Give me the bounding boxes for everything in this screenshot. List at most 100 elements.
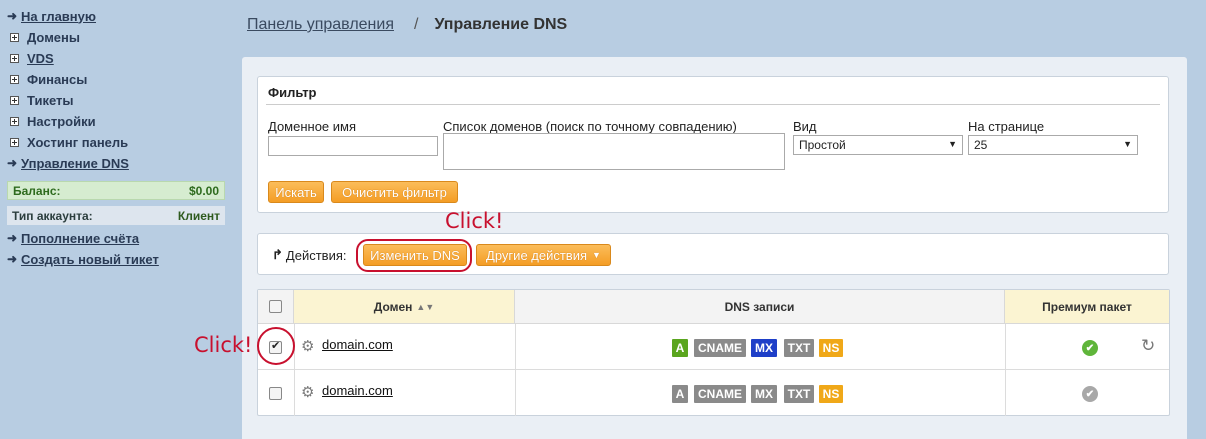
arrow-right-icon: ➜ <box>7 231 18 245</box>
filter-divider <box>266 104 1160 105</box>
view-select[interactable]: Простой ▼ <box>793 135 963 155</box>
plus-box-icon[interactable] <box>10 116 19 126</box>
actions-label: Действия: <box>285 247 347 263</box>
click-annotation: Click! <box>445 209 504 233</box>
domain-header-label: Домен <box>373 299 413 314</box>
click-annotation: Click! <box>194 333 253 357</box>
sidebar-item-label: Тикеты <box>27 92 74 108</box>
account-type-box: Тип аккаунта: Клиент <box>7 206 225 225</box>
domains-table: Домен ▲▼ DNS записи Премиум пакет ⚙ doma… <box>257 289 1170 416</box>
row-checkbox[interactable] <box>269 387 282 400</box>
sidebar-item-label: Финансы <box>27 71 88 87</box>
sidebar-item-vds[interactable]: VDS <box>7 49 54 67</box>
main-panel: Фильтр Доменное имя Список доменов (поис… <box>242 57 1187 439</box>
dns-record-cname[interactable]: CNAME <box>694 385 746 403</box>
domain-name-input[interactable] <box>268 136 438 156</box>
sidebar-item-label: VDS <box>27 50 54 66</box>
dns-record-mx[interactable]: MX <box>751 339 777 357</box>
dns-records-column-header: DNS записи <box>515 290 1005 324</box>
dns-record-txt[interactable]: TXT <box>784 339 814 357</box>
sidebar-item-tickets[interactable]: Тикеты <box>7 91 73 109</box>
domain-link[interactable]: domain.com <box>322 383 393 398</box>
sidebar-item-dns[interactable]: ➜ Управление DNS <box>7 154 129 172</box>
arrow-right-icon: ➜ <box>7 156 18 170</box>
sidebar-item-label: Управление DNS <box>21 155 129 171</box>
cell-divider <box>294 370 295 416</box>
sidebar: ➜ На главную Домены VDS Финансы Тикеты Н… <box>0 0 232 439</box>
domain-link[interactable]: domain.com <box>322 337 393 352</box>
domain-list-textarea[interactable] <box>443 133 785 170</box>
sidebar-link-label: Пополнение счёта <box>21 230 140 246</box>
per-page-label: На странице <box>968 119 1045 134</box>
sidebar-link-label: Создать новый тикет <box>21 251 159 267</box>
filter-box: Фильтр Доменное имя Список доменов (поис… <box>257 76 1169 213</box>
view-select-value: Простой <box>799 138 846 152</box>
sidebar-item-domains[interactable]: Домены <box>7 28 80 46</box>
arrow-right-icon: ➜ <box>7 252 18 266</box>
plus-box-icon[interactable] <box>10 74 19 84</box>
sidebar-link-new-ticket[interactable]: ➜ Создать новый тикет <box>7 250 159 268</box>
per-page-select[interactable]: 25 ▼ <box>968 135 1138 155</box>
dns-record-ns[interactable]: NS <box>819 339 843 357</box>
cell-divider <box>1005 370 1006 416</box>
account-type-label: Тип аккаунта: <box>12 208 93 223</box>
premium-column-header: Премиум пакет <box>1005 290 1169 324</box>
refresh-icon[interactable]: ↻ <box>1141 336 1155 356</box>
premium-active-icon: ✔ <box>1082 340 1098 356</box>
other-actions-button[interactable]: Другие действия ▼ <box>476 244 611 266</box>
breadcrumb: Панель управления / Управление DNS <box>247 16 567 34</box>
sidebar-item-home[interactable]: ➜ На главную <box>7 7 96 25</box>
domain-list-label: Список доменов (поиск по точному совпаде… <box>443 119 737 134</box>
highlight-ring <box>257 327 295 365</box>
sidebar-item-finance[interactable]: Финансы <box>7 70 87 88</box>
select-all-checkbox[interactable] <box>269 300 282 313</box>
dns-record-mx[interactable]: MX <box>751 385 777 403</box>
sidebar-item-label: Настройки <box>27 113 96 129</box>
balance-box: Баланс: $0.00 <box>7 181 225 200</box>
table-row: ⚙ domain.com A CNAME MX TXT NS ✔ ↻ <box>258 324 1169 370</box>
dns-record-a[interactable]: A <box>672 339 688 357</box>
breadcrumb-parent-link[interactable]: Панель управления <box>247 16 394 34</box>
dns-record-txt[interactable]: TXT <box>784 385 814 403</box>
cell-divider <box>1005 324 1006 369</box>
chevron-down-icon: ▼ <box>592 250 601 260</box>
plus-box-icon[interactable] <box>10 137 19 147</box>
select-all-header <box>258 290 294 324</box>
account-type-value: Клиент <box>177 208 220 223</box>
change-dns-button[interactable]: Изменить DNS <box>363 244 467 266</box>
chevron-down-icon: ▼ <box>948 139 957 149</box>
sidebar-item-label: Домены <box>27 29 80 45</box>
gear-icon[interactable]: ⚙ <box>301 337 314 355</box>
balance-value: $0.00 <box>188 183 219 198</box>
filter-title: Фильтр <box>268 85 317 100</box>
plus-box-icon[interactable] <box>10 95 19 105</box>
cell-divider <box>515 370 516 416</box>
other-actions-label: Другие действия <box>486 247 588 263</box>
chevron-down-icon: ▼ <box>1123 139 1132 149</box>
clear-filter-button[interactable]: Очистить фильтр <box>331 181 458 203</box>
domain-column-header[interactable]: Домен ▲▼ <box>294 290 515 324</box>
balance-label: Баланс: <box>13 183 61 198</box>
sidebar-item-label: На главную <box>21 8 96 24</box>
actions-box: ↱ Действия: Изменить DNS Другие действия… <box>257 233 1169 275</box>
plus-box-icon[interactable] <box>10 32 19 42</box>
breadcrumb-separator: / <box>413 16 419 33</box>
plus-box-icon[interactable] <box>10 53 19 63</box>
dns-record-cname[interactable]: CNAME <box>694 339 746 357</box>
per-page-select-value: 25 <box>974 138 988 152</box>
share-arrow-icon: ↱ <box>272 247 283 262</box>
sidebar-item-settings[interactable]: Настройки <box>7 112 96 130</box>
arrow-right-icon: ➜ <box>7 9 18 23</box>
sidebar-item-hosting-panel[interactable]: Хостинг панель <box>7 133 128 151</box>
gear-icon[interactable]: ⚙ <box>301 383 314 401</box>
sidebar-link-topup[interactable]: ➜ Пополнение счёта <box>7 229 139 247</box>
sort-icon: ▲▼ <box>416 301 435 312</box>
domain-name-label: Доменное имя <box>268 119 357 134</box>
view-label: Вид <box>793 119 817 134</box>
premium-inactive-icon: ✔ <box>1082 386 1098 402</box>
actions-label-group: ↱ Действия: <box>272 247 346 263</box>
sidebar-item-label: Хостинг панель <box>27 134 129 150</box>
dns-record-a[interactable]: A <box>672 385 688 403</box>
search-button[interactable]: Искать <box>268 181 324 203</box>
dns-record-ns[interactable]: NS <box>819 385 843 403</box>
